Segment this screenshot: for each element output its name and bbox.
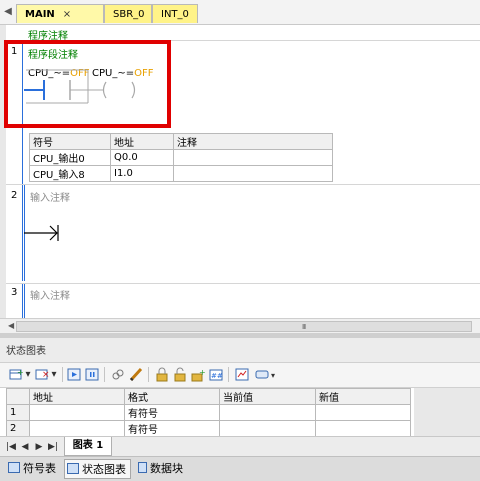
address-cell[interactable]: [29, 404, 125, 421]
last-sheet-icon[interactable]: ▶|: [48, 440, 58, 454]
chevron-down-icon[interactable]: ▾: [24, 367, 32, 382]
display-options-icon[interactable]: ▾: [254, 367, 278, 382]
delete-row-icon[interactable]: ×: [34, 367, 50, 382]
network-comment[interactable]: 输入注释: [30, 287, 70, 302]
table-row[interactable]: 1 有符号: [6, 404, 411, 421]
first-sheet-icon[interactable]: |◀: [6, 440, 16, 454]
symbol-cell: CPU_输入8: [29, 165, 111, 182]
svg-text:##: ##: [211, 372, 223, 380]
address-cell[interactable]: [29, 420, 125, 437]
next-sheet-icon[interactable]: ▶: [34, 440, 44, 454]
svg-text:+: +: [17, 368, 24, 377]
power-rail: [22, 185, 23, 281]
close-icon[interactable]: ×: [63, 9, 71, 20]
column-header: 地址: [29, 388, 125, 405]
toolbar-divider: [228, 367, 229, 382]
pencil-icon[interactable]: [128, 367, 144, 382]
power-rail: [22, 284, 23, 318]
row-number: 2: [6, 420, 30, 437]
format-cell[interactable]: 有符号: [124, 420, 220, 437]
status-chart-toolbar: + ▾ × ▾ + ## ▾: [0, 363, 480, 388]
symbol-cell: CPU_输出0: [29, 149, 111, 166]
status-chart-table[interactable]: 地址 格式 当前值 新值 1 有符号 2 有符号: [6, 388, 411, 437]
pane-title: 状态图表: [6, 346, 46, 357]
row-number: 1: [6, 404, 30, 421]
tab-int0[interactable]: INT_0: [152, 4, 198, 23]
network-number: 3: [11, 287, 18, 298]
column-header: 注释: [173, 133, 333, 150]
svg-text:▾: ▾: [271, 371, 275, 380]
read-all-forced-icon[interactable]: ##: [208, 367, 224, 382]
power-rail: [24, 284, 25, 318]
tab-sbr0[interactable]: SBR_0: [104, 4, 152, 23]
column-header: 新值: [315, 388, 411, 405]
table-header-row: 符号 地址 注释: [29, 133, 333, 150]
editor-tab-bar: ◀ MAIN × SBR_0 INT_0: [0, 0, 480, 25]
toolbar-divider: [62, 367, 63, 382]
table-header-row: 地址 格式 当前值 新值: [6, 388, 411, 405]
current-value-cell: [219, 404, 316, 421]
network-comment[interactable]: 输入注释: [30, 189, 70, 204]
chart-table-icon: [67, 463, 79, 474]
view-tab-label: 数据块: [150, 462, 183, 475]
add-row-icon[interactable]: +: [8, 367, 24, 382]
toolbar-divider: [148, 367, 149, 382]
network-2[interactable]: [6, 184, 480, 281]
address-cell: I1.0: [110, 165, 174, 182]
status-chart-titlebar: 状态图表: [0, 338, 480, 363]
table-row: CPU_输入8 I1.0: [29, 165, 333, 182]
view-tab-label: 符号表: [23, 462, 56, 475]
column-header: 符号: [29, 133, 111, 150]
new-value-cell[interactable]: [315, 420, 411, 437]
horizontal-scrollbar[interactable]: ◀ III: [0, 318, 480, 333]
comment-cell: [173, 149, 333, 166]
highlight-box: [4, 40, 171, 128]
trend-view-icon[interactable]: [234, 367, 250, 382]
new-value-cell[interactable]: [315, 404, 411, 421]
format-cell[interactable]: 有符号: [124, 404, 220, 421]
current-value-cell: [219, 420, 316, 437]
table-row[interactable]: 2 有符号: [6, 420, 411, 437]
empty-rung[interactable]: [24, 223, 64, 247]
table-icon: [8, 462, 20, 473]
link-icon[interactable]: [110, 367, 126, 382]
read-once-icon[interactable]: [66, 367, 82, 382]
column-header: 当前值: [219, 388, 316, 405]
view-tab-symbol-table[interactable]: 符号表: [6, 459, 60, 479]
data-block-icon: [138, 462, 147, 473]
scroll-grip: III: [302, 323, 306, 331]
pause-trend-icon[interactable]: [84, 367, 100, 382]
column-header: [6, 388, 30, 405]
force-icon[interactable]: +: [190, 367, 206, 382]
tab-main-label: MAIN: [25, 9, 55, 20]
table-row: CPU_输出0 Q0.0: [29, 149, 333, 166]
tab-scroll-left-icon[interactable]: ◀: [3, 5, 13, 19]
symbol-table: 符号 地址 注释 CPU_输出0 Q0.0 CPU_输入8 I1.0: [29, 133, 333, 182]
sheet-tab-chart1[interactable]: 图表 1: [64, 437, 112, 456]
column-header: 格式: [124, 388, 220, 405]
scroll-left-icon[interactable]: ◀: [8, 321, 16, 331]
column-header: 地址: [110, 133, 174, 150]
view-tab-label: 状态图表: [82, 463, 126, 476]
view-tab-status-chart[interactable]: 状态图表: [64, 459, 131, 479]
svg-text:×: ×: [42, 370, 50, 380]
svg-text:+: +: [199, 368, 206, 377]
toolbar-divider: [104, 367, 105, 382]
previous-sheet-icon[interactable]: ◀: [20, 440, 30, 454]
unlock-icon[interactable]: [172, 367, 188, 382]
lock-icon[interactable]: [154, 367, 170, 382]
program-editor[interactable]: 程序注释 1 程序段注释 CPU_~=OFF CPU_~=OFF 符号 地址 注…: [0, 25, 480, 333]
table-empty-area: [414, 388, 480, 436]
chevron-down-icon[interactable]: ▾: [50, 367, 58, 382]
view-tab-data-block[interactable]: 数据块: [136, 459, 187, 479]
chart-sheet-bar: |◀ ◀ ▶ ▶| 图表 1: [0, 436, 480, 457]
view-tab-bar: 符号表 状态图表 数据块: [0, 456, 480, 481]
address-cell: Q0.0: [110, 149, 174, 166]
scroll-thumb[interactable]: III: [16, 321, 472, 332]
tab-main[interactable]: MAIN ×: [16, 4, 104, 23]
comment-cell: [173, 165, 333, 182]
network-number: 2: [11, 190, 18, 201]
